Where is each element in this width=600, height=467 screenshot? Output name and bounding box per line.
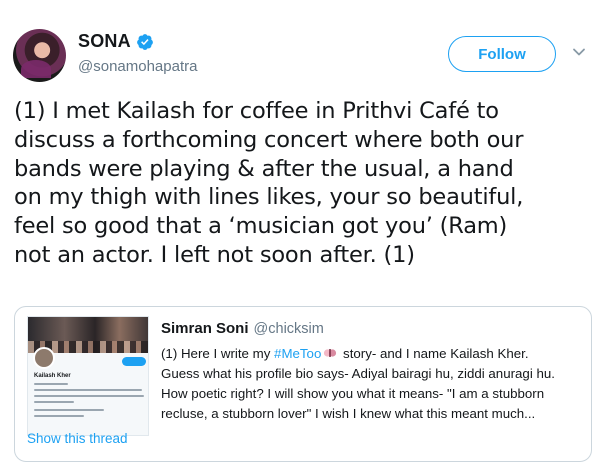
thumbnail-text-line [34, 409, 104, 411]
tweet-text: (1) I met Kailash for coffee in Prithvi … [14, 97, 596, 270]
quoted-author-handle[interactable]: @chicksim [254, 321, 324, 337]
quoted-text-line: recluse, a stubborn lover" I wish I knew… [161, 406, 536, 421]
tweet-text-line: on my thigh with lines likes, your so be… [14, 184, 524, 211]
thumbnail-follow-pill [122, 357, 146, 366]
thumbnail-text-line [34, 389, 142, 391]
quoted-text-line: Guess what his profile bio says- Adiyal … [161, 366, 555, 381]
quoted-tweet-text: (1) Here I write my #MeToo story- and I … [161, 344, 586, 424]
thumbnail-profile-name: Kailash Kher [34, 373, 71, 379]
quoted-tweet-thumbnail[interactable]: Kailash Kher [27, 316, 149, 436]
thumbnail-text-line [34, 383, 68, 385]
quoted-text-line: (1) Here I write my #MeToo story- and I … [161, 344, 586, 364]
quoted-text-segment: (1) Here I write my [161, 346, 275, 361]
chevron-down-icon[interactable] [572, 45, 586, 59]
thumbnail-avatar [33, 347, 55, 369]
metoo-hashtag-link[interactable]: #MeToo [274, 346, 321, 361]
tweet-text-line: bands were playing & after the usual, a … [14, 155, 514, 182]
thumbnail-text-line [34, 395, 144, 397]
thumbnail-text-line [34, 401, 74, 403]
verified-badge-icon [136, 33, 153, 50]
author-avatar[interactable] [13, 29, 66, 82]
emoji-icon [324, 349, 337, 357]
quoted-text-line: How poetic right? I will show you what i… [161, 386, 545, 401]
tweet-header: SONA @sonamohapatra Follow [0, 0, 600, 90]
author-handle[interactable]: @sonamohapatra [78, 58, 197, 75]
follow-button[interactable]: Follow [448, 36, 556, 72]
quoted-author-name[interactable]: Simran Soni [161, 320, 249, 337]
tweet-text-line: not an actor. I left not soon after. (1) [14, 241, 415, 268]
thumbnail-text-line [34, 415, 84, 417]
author-name-row: SONA [78, 31, 154, 52]
quoted-tweet-card[interactable]: Kailash Kher Show this thread Simran Son… [14, 306, 592, 462]
tweet-text-line: feel so good that a ‘musician got you’ (… [14, 213, 508, 240]
author-display-name[interactable]: SONA [78, 31, 131, 52]
tweet-text-line: discuss a forthcoming concert where both… [14, 126, 524, 153]
quoted-text-segment: story- and I name Kailash Kher. [339, 346, 529, 361]
quoted-author-row: Simran Soni @chicksim [161, 320, 324, 337]
tweet-text-line: (1) I met Kailash for coffee in Prithvi … [14, 98, 499, 124]
show-thread-link[interactable]: Show this thread [27, 431, 128, 446]
